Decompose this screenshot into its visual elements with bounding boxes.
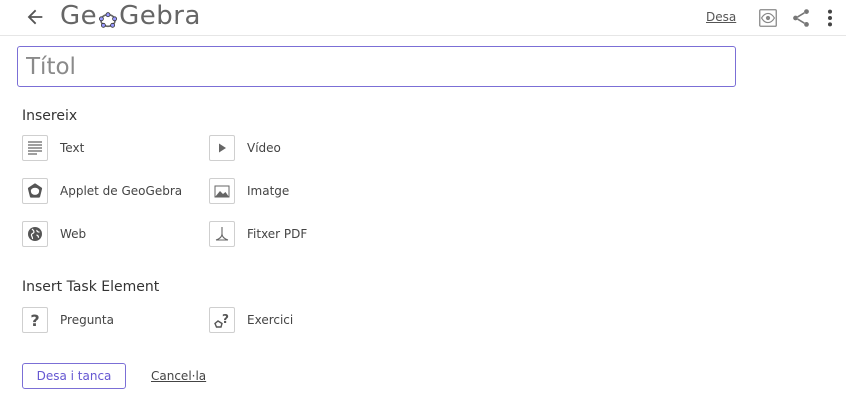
share-button[interactable] xyxy=(789,6,813,30)
insert-web-item[interactable]: Web xyxy=(22,219,86,249)
more-vertical-icon xyxy=(827,9,833,27)
insert-pdf-label: Fitxer PDF xyxy=(247,227,308,241)
top-bar: Ge Gebra Desa xyxy=(0,0,846,36)
logo-text-left: Ge xyxy=(60,1,98,31)
insert-applet-item[interactable]: Applet de GeoGebra xyxy=(22,176,182,206)
task-section-title: Insert Task Element xyxy=(22,279,160,295)
save-and-close-button[interactable]: Desa i tanca xyxy=(22,363,126,389)
image-icon xyxy=(209,178,235,204)
insert-image-item[interactable]: Imatge xyxy=(209,176,289,206)
geogebra-logo: Ge Gebra xyxy=(60,1,201,31)
more-menu-button[interactable] xyxy=(818,6,842,30)
title-input[interactable] xyxy=(17,46,736,87)
logo-text-right: Gebra xyxy=(119,1,201,31)
svg-text:?: ? xyxy=(30,311,39,329)
pdf-icon xyxy=(209,221,235,247)
insert-text-label: Text xyxy=(60,141,85,155)
insert-question-item[interactable]: ? Pregunta xyxy=(22,305,114,335)
share-icon xyxy=(793,9,809,27)
question-icon: ? xyxy=(22,307,48,333)
insert-exercise-label: Exercici xyxy=(247,313,294,327)
insert-text-item[interactable]: Text xyxy=(22,133,84,163)
insert-section-title: Insereix xyxy=(22,108,78,124)
exercise-icon: ? xyxy=(209,307,235,333)
insert-applet-label: Applet de GeoGebra xyxy=(60,184,183,198)
video-play-icon xyxy=(209,135,235,161)
insert-image-label: Imatge xyxy=(247,184,290,198)
geogebra-applet-icon xyxy=(22,178,48,204)
insert-video-item[interactable]: Vídeo xyxy=(209,133,281,163)
eye-view-icon xyxy=(759,9,777,27)
view-button[interactable] xyxy=(756,6,780,30)
svg-text:?: ? xyxy=(222,312,229,326)
cancel-link[interactable]: Cancel·la xyxy=(151,369,206,383)
geogebra-logo-icon xyxy=(98,7,118,28)
insert-video-label: Vídeo xyxy=(247,141,281,155)
save-link[interactable]: Desa xyxy=(706,10,736,24)
back-button[interactable] xyxy=(20,2,50,32)
insert-exercise-item[interactable]: ? Exercici xyxy=(209,305,293,335)
arrow-left-icon xyxy=(27,9,43,25)
insert-question-label: Pregunta xyxy=(60,313,114,327)
globe-icon xyxy=(22,221,48,247)
text-lines-icon xyxy=(22,135,48,161)
insert-pdf-item[interactable]: Fitxer PDF xyxy=(209,219,307,249)
insert-web-label: Web xyxy=(60,227,87,241)
